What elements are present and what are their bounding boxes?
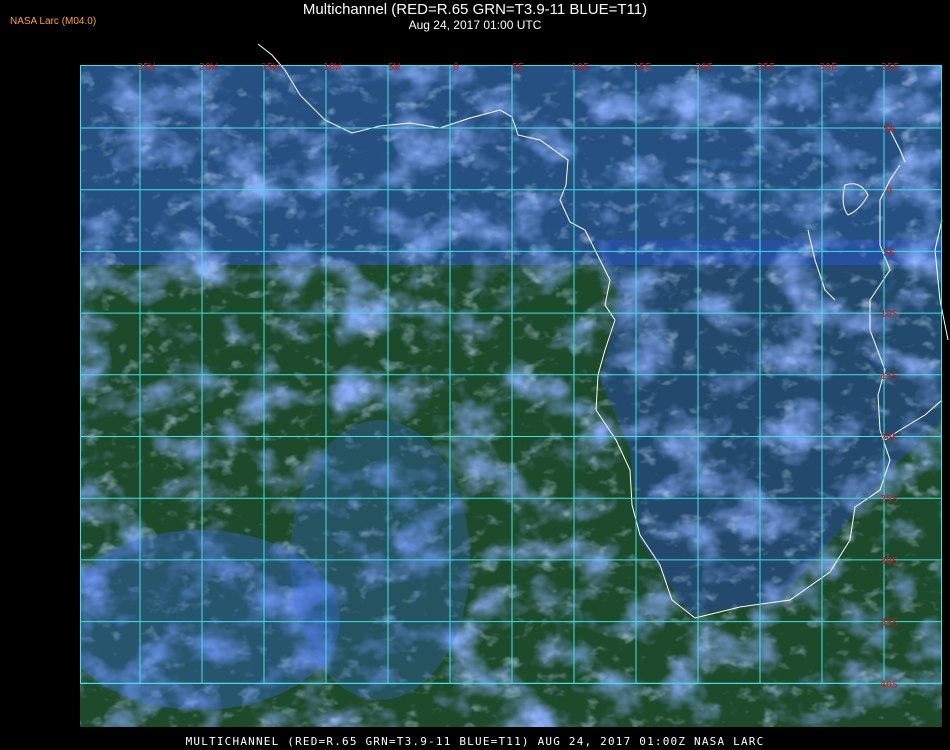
lat-label: 5S (883, 247, 895, 258)
lat-label: 40S (880, 679, 898, 690)
lon-label: 35E (881, 62, 899, 73)
satellite-map: 25W 20W 15W 10W 5W 0 5E 10E 15E 20E 25E 30E 35E 5N 0 5… (80, 43, 949, 727)
lat-label: 10S (880, 309, 898, 320)
lon-label: 10W (323, 62, 342, 73)
lat-label: 25S (880, 494, 898, 505)
lon-label: 5W (388, 62, 401, 73)
lon-label: 30E (819, 62, 837, 73)
lat-label: 0 (886, 186, 892, 197)
footer-caption: MULTICHANNEL (RED=R.65 GRN=T3.9-11 BLUE=… (185, 735, 765, 748)
lon-label: 20W (199, 62, 218, 73)
lon-label: 5E (512, 62, 524, 73)
satellite-imagery (80, 65, 942, 727)
lon-label: 15E (633, 62, 651, 73)
lat-label: 35S (880, 618, 898, 629)
lon-label: 0 (453, 62, 459, 73)
lon-label: 25E (757, 62, 775, 73)
lat-label: 30S (880, 556, 898, 567)
lat-label: 5N (883, 124, 895, 135)
lon-label: 10E (571, 62, 589, 73)
lon-label: 25W (137, 62, 156, 73)
lon-label: 20E (695, 62, 713, 73)
lat-label: 20S (880, 433, 898, 444)
lon-label: 15W (261, 62, 280, 73)
lat-label: 15S (880, 371, 898, 382)
